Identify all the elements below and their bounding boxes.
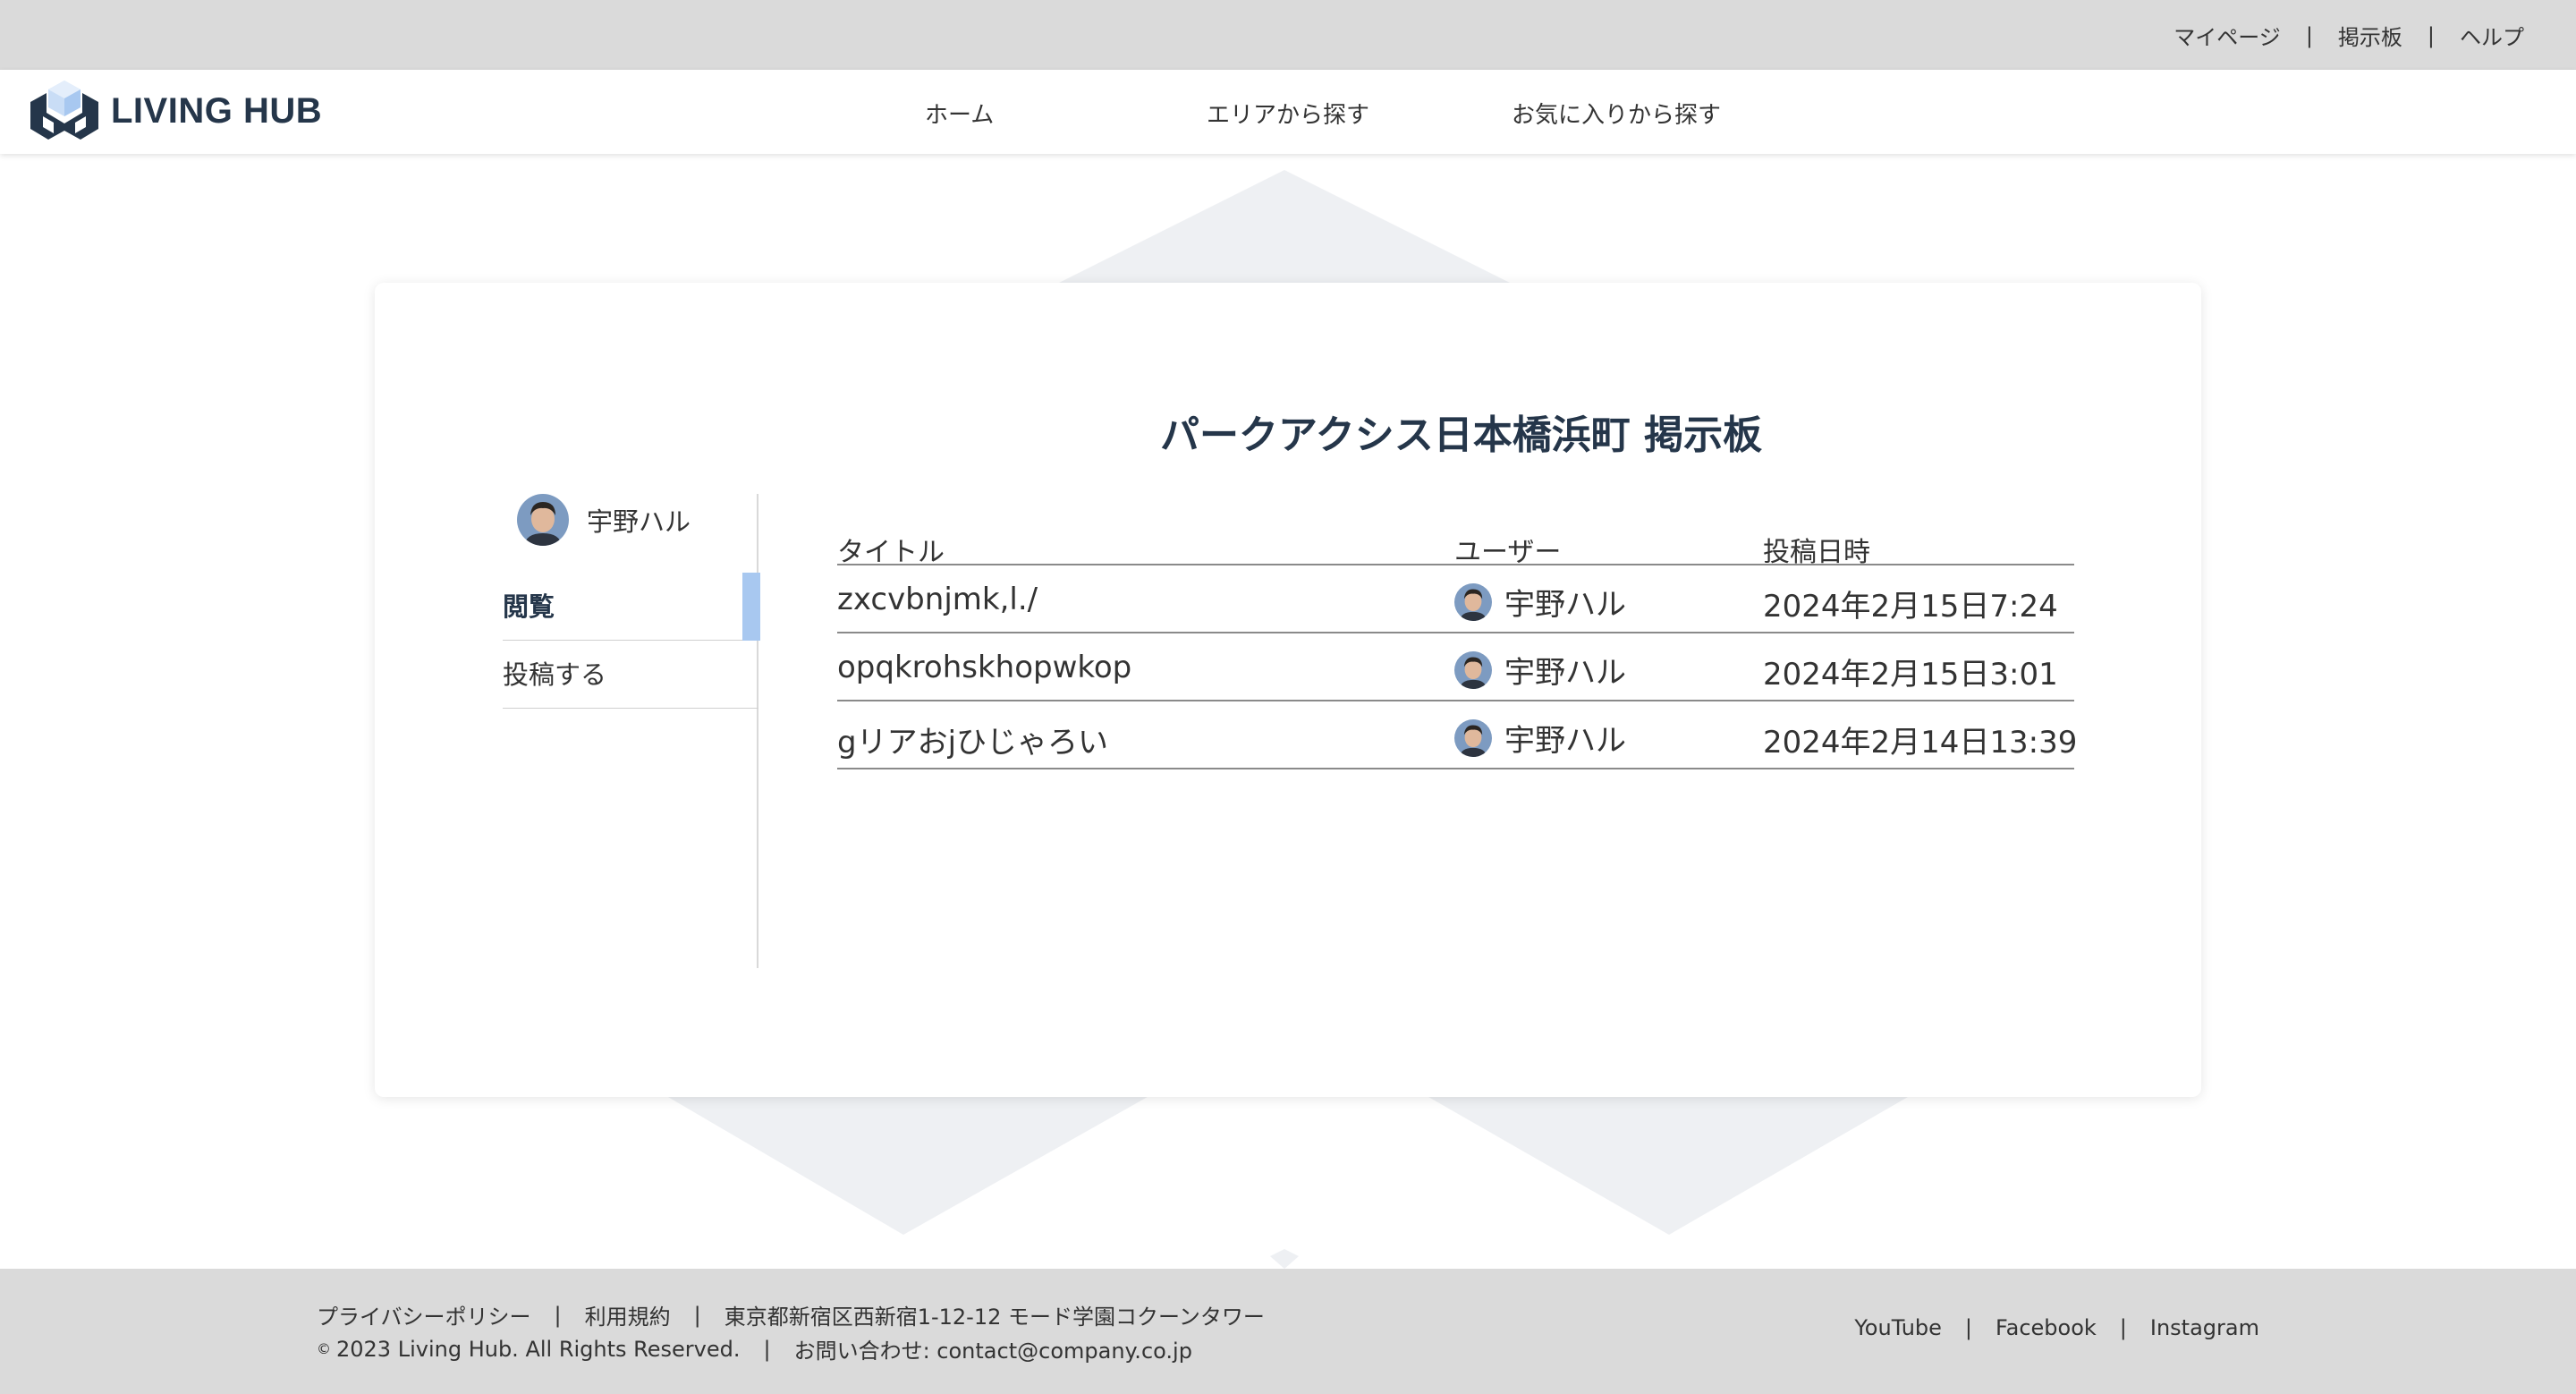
nav-favorites-search[interactable]: お気に入りから探す xyxy=(1512,97,1721,130)
post-date: 2024年2月14日13:39 xyxy=(1763,725,2078,761)
contact-link[interactable]: お問い合わせ: contact@company.co.jp xyxy=(794,1333,1192,1364)
logo[interactable]: LIVING HUB xyxy=(25,77,322,145)
mypage-link[interactable]: マイページ xyxy=(2174,20,2281,51)
main-header: LIVING HUB ホーム エリアから探す お気に入りから探す xyxy=(0,70,2576,154)
sidebar: 宇野ハル 閲覧 投稿する xyxy=(503,494,760,968)
post-title[interactable]: zxcvbnjmk,l./ xyxy=(837,582,1038,617)
logo-text: LIVING HUB xyxy=(111,90,323,131)
nav-area-search[interactable]: エリアから探す xyxy=(1207,97,1369,130)
current-user: 宇野ハル xyxy=(517,494,691,546)
facebook-link[interactable]: Facebook xyxy=(1996,1315,2097,1340)
avatar xyxy=(1454,650,1492,689)
post-user-name: 宇野ハル xyxy=(1504,655,1626,691)
user-name: 宇野ハル xyxy=(587,506,691,537)
post-date: 2024年2月15日3:01 xyxy=(1763,657,2058,693)
post-date: 2024年2月15日7:24 xyxy=(1763,589,2058,625)
avatar xyxy=(1454,582,1492,621)
instagram-link[interactable]: Instagram xyxy=(2150,1315,2259,1340)
table-row[interactable]: opqkrohskhopwkop 宇野ハル 2024年2月15日3:01 xyxy=(837,633,2074,701)
column-header-title: タイトル xyxy=(837,537,945,568)
table-row[interactable]: gリアおjひじゃろい 宇野ハル 2024年2月14日13:39 xyxy=(837,701,2078,769)
separator: | xyxy=(2427,22,2435,48)
column-header-user: ユーザー xyxy=(1454,537,1562,568)
sidebar-menu: 閲覧 投稿する xyxy=(503,573,760,709)
copyright-text: 2023 Living Hub. All Rights Reserved. xyxy=(336,1336,741,1362)
top-utility-bar: マイページ | 掲示板 | ヘルプ xyxy=(0,0,2576,70)
youtube-link[interactable]: YouTube xyxy=(1854,1315,1942,1340)
post-title[interactable]: opqkrohskhopwkop xyxy=(837,650,1131,685)
top-links: マイページ | 掲示板 | ヘルプ xyxy=(2174,20,2524,51)
post-title[interactable]: gリアおjひじゃろい xyxy=(837,718,1108,761)
board-card: パークアクシス日本橋浜町 掲示板 宇野ハル 閲覧 投稿する タイトル ユーザー … xyxy=(375,283,2201,1097)
separator: | xyxy=(2305,22,2313,48)
copyright-symbol: © xyxy=(317,1340,331,1357)
privacy-policy-link[interactable]: プライバシーポリシー xyxy=(317,1299,531,1330)
nav-home[interactable]: ホーム xyxy=(925,97,994,130)
social-links: YouTube | Facebook | Instagram xyxy=(1854,1315,2259,1340)
footer-copyright-line: © 2023 Living Hub. All Rights Reserved. … xyxy=(317,1333,1192,1364)
post-user: 宇野ハル xyxy=(1454,716,1626,760)
avatar xyxy=(1454,718,1492,757)
page-title: パークアクシス日本橋浜町 掲示板 xyxy=(1160,412,1763,458)
post-user-name: 宇野ハル xyxy=(1504,723,1626,759)
table-header: タイトル ユーザー 投稿日時 xyxy=(837,530,2074,568)
board-link[interactable]: 掲示板 xyxy=(2338,20,2402,51)
avatar xyxy=(517,494,569,546)
table-row[interactable]: zxcvbnjmk,l./ 宇野ハル 2024年2月15日7:24 xyxy=(837,565,2074,633)
column-header-date: 投稿日時 xyxy=(1763,537,1870,568)
company-address: 東京都新宿区西新宿1-12-12 モード学園コクーンタワー xyxy=(724,1305,1265,1330)
post-user-name: 宇野ハル xyxy=(1504,587,1626,623)
separator: | xyxy=(693,1302,701,1328)
footer: プライバシーポリシー | 利用規約 | 東京都新宿区西新宿1-12-12 モード… xyxy=(0,1269,2576,1394)
sidebar-item-post[interactable]: 投稿する xyxy=(503,641,758,709)
post-user: 宇野ハル xyxy=(1454,648,1626,692)
separator: | xyxy=(1964,1315,1973,1340)
living-hub-logo-icon xyxy=(30,81,98,140)
separator: | xyxy=(2119,1315,2127,1340)
sidebar-item-browse[interactable]: 閲覧 xyxy=(503,573,760,641)
terms-link[interactable]: 利用規約 xyxy=(585,1299,671,1330)
help-link[interactable]: ヘルプ xyxy=(2460,20,2524,51)
separator: | xyxy=(554,1302,562,1328)
separator: | xyxy=(763,1336,771,1362)
post-user: 宇野ハル xyxy=(1454,580,1626,624)
footer-links: プライバシーポリシー | 利用規約 | 東京都新宿区西新宿1-12-12 モード… xyxy=(317,1299,1265,1330)
posts-table: タイトル ユーザー 投稿日時 zxcvbnjmk,l./ 宇野ハル 2024年2… xyxy=(837,530,2078,769)
